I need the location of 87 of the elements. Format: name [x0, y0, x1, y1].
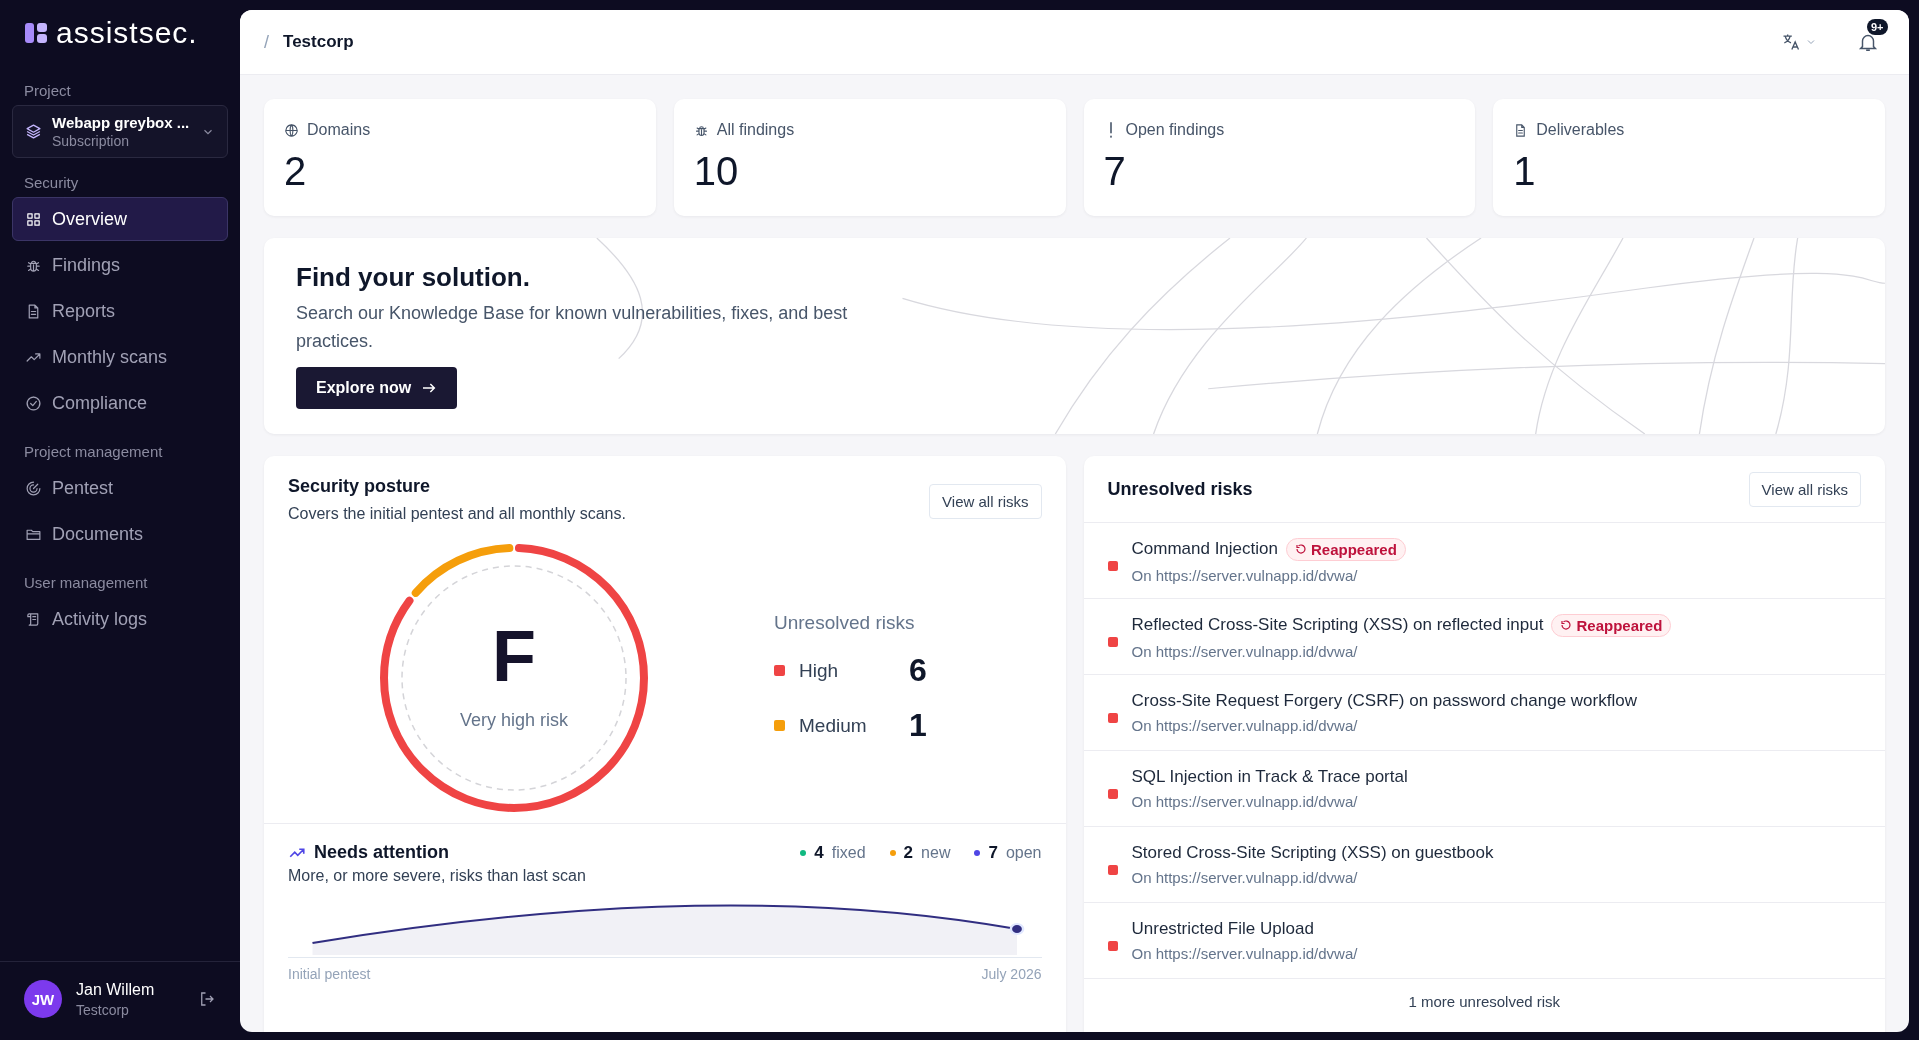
status-label: new: [921, 843, 951, 862]
risk-title: Reflected Cross-Site Scripting (XSS) on reflected input: [1131, 615, 1544, 635]
risk-item[interactable]: Stored Cross-Site Scripting (XSS) on guestbook On https://server.vulnapp.id/dvwa/: [1083, 827, 1885, 903]
breadcrumb-separator: /: [264, 31, 269, 53]
section-heading: Project management: [23, 442, 164, 462]
project-plan: Subscription: [52, 133, 131, 149]
user-org: Testcorp: [76, 1001, 130, 1018]
explore-button[interactable]: Explore now: [296, 367, 458, 409]
risk-title: Command Injection: [1131, 539, 1278, 559]
radar-icon: [25, 479, 42, 497]
risk-title: Cross-Site Request Forgery (CSRF) on password change workflow: [1131, 691, 1637, 711]
axis-label: July 2026: [981, 966, 1042, 982]
refresh-icon: [1560, 619, 1573, 631]
globe-icon: [284, 122, 299, 138]
grade-label: Very high risk: [459, 709, 568, 731]
nav-item[interactable]: Compliance: [12, 381, 228, 425]
stat-label: Domains: [307, 121, 371, 139]
severity-label: High: [799, 659, 840, 682]
view-all-button[interactable]: View all risks: [929, 484, 1042, 519]
stat-value: 10: [693, 149, 740, 194]
translate-icon: [1781, 32, 1801, 52]
risk-location: On https://server.vulnapp.id/dvwa/: [1131, 566, 1359, 584]
card-title: Unresolved risks: [1107, 478, 1253, 500]
stat-value: 2: [284, 149, 308, 194]
section-heading: User management: [23, 573, 149, 593]
severity-label: Medium: [799, 714, 868, 737]
risk-item[interactable]: Command Injection Reappeared On https://server.vulnapp.id/dvwa/: [1083, 523, 1885, 599]
status-count: 2: [903, 842, 914, 863]
risk-location: On https://server.vulnapp.id/dvwa/: [1131, 717, 1359, 734]
severity-count: 1: [909, 707, 927, 744]
risk-title: Unrestricted File Upload: [1131, 919, 1314, 939]
risk-location: On https://server.vulnapp.id/dvwa/: [1131, 793, 1359, 810]
section-subtitle: More, or more severe, risks than last scan: [288, 867, 587, 885]
risk-item[interactable]: SQL Injection in Track & Trace portal On https://server.vulnapp.id/dvwa/: [1083, 751, 1885, 827]
card-title: Security posture: [288, 476, 432, 497]
risk-item[interactable]: Cross-Site Request Forgery (CSRF) on password change workflow On https://server.vulnapp.id/dvwa/: [1083, 675, 1885, 751]
project-name: Webapp greybox ...: [52, 114, 191, 131]
risk-item[interactable]: Reflected Cross-Site Scripting (XSS) on reflected input Reappeared On https://server.vulnapp.id/dvwa/: [1083, 599, 1885, 675]
nav-item[interactable]: Overview: [12, 197, 228, 241]
breadcrumb[interactable]: Testcorp: [283, 32, 354, 52]
nav-item[interactable]: Findings: [12, 243, 228, 287]
risk-location: On https://server.vulnapp.id/dvwa/: [1131, 642, 1359, 660]
card-subtitle: Covers the initial pentest and all monthly scans.: [288, 505, 626, 523]
stat-label: Open findings: [1125, 121, 1225, 139]
nav-item[interactable]: Documents: [12, 512, 228, 556]
banner-title: Find your solution.: [296, 262, 531, 293]
avatar: JW: [24, 980, 62, 1018]
grid-icon: [25, 210, 42, 228]
brand-name: assistsec.: [56, 16, 198, 50]
risk-item[interactable]: Unrestricted File Upload On https://server.vulnapp.id/dvwa/: [1083, 903, 1885, 979]
status-label: open: [1005, 843, 1042, 862]
language-selector[interactable]: [1781, 32, 1817, 52]
nav-item[interactable]: Reports: [12, 289, 228, 333]
logo-icon: [24, 21, 48, 45]
nav-item[interactable]: Activity logs: [12, 597, 228, 641]
nav-item[interactable]: Monthly scans: [12, 335, 228, 379]
risk-location: On https://server.vulnapp.id/dvwa/: [1131, 869, 1359, 886]
user-name: Jan Willem: [76, 980, 156, 999]
stat-value: 7: [1103, 149, 1127, 194]
grade: F: [492, 619, 536, 692]
badge-label: Reappeared: [1310, 540, 1397, 558]
legend-title: Unresolved risks: [774, 612, 916, 634]
stat-label: Deliverables: [1536, 121, 1625, 139]
logout-icon[interactable]: [198, 990, 216, 1008]
stat-label: All findings: [716, 121, 795, 139]
stat-value: 1: [1513, 149, 1537, 194]
risk-location: On https://server.vulnapp.id/dvwa/: [1131, 945, 1358, 962]
severity-count: 6: [909, 652, 927, 689]
more-risks-link[interactable]: 1 more unresolved risk: [1083, 979, 1885, 1024]
status-count: 4: [814, 842, 824, 863]
exclamation-icon: [1108, 122, 1113, 138]
section-heading: Project: [23, 81, 72, 101]
risk-title: SQL Injection in Track & Trace portal: [1131, 767, 1408, 787]
view-all-button[interactable]: View all risks: [1748, 471, 1861, 507]
refresh-icon: [1294, 543, 1307, 555]
banner-text: Search our Knowledge Base for known vulnerabilities, fixes, and best practices.: [296, 302, 849, 353]
nav-item[interactable]: Pentest: [12, 466, 228, 510]
section-title: Needs attention: [314, 842, 450, 863]
project-selector[interactable]: Webapp greybox ... Subscription: [12, 105, 228, 158]
badge-label: Reappeared: [1576, 616, 1663, 634]
section-heading: Security: [23, 173, 80, 193]
layers-icon: [25, 123, 42, 140]
status-label: fixed: [831, 843, 866, 862]
status-count: 7: [988, 842, 998, 863]
notification-badge: 9+: [1867, 19, 1888, 35]
risk-title: Stored Cross-Site Scripting (XSS) on guestbook: [1131, 843, 1494, 863]
axis-label: Initial pentest: [288, 966, 371, 982]
